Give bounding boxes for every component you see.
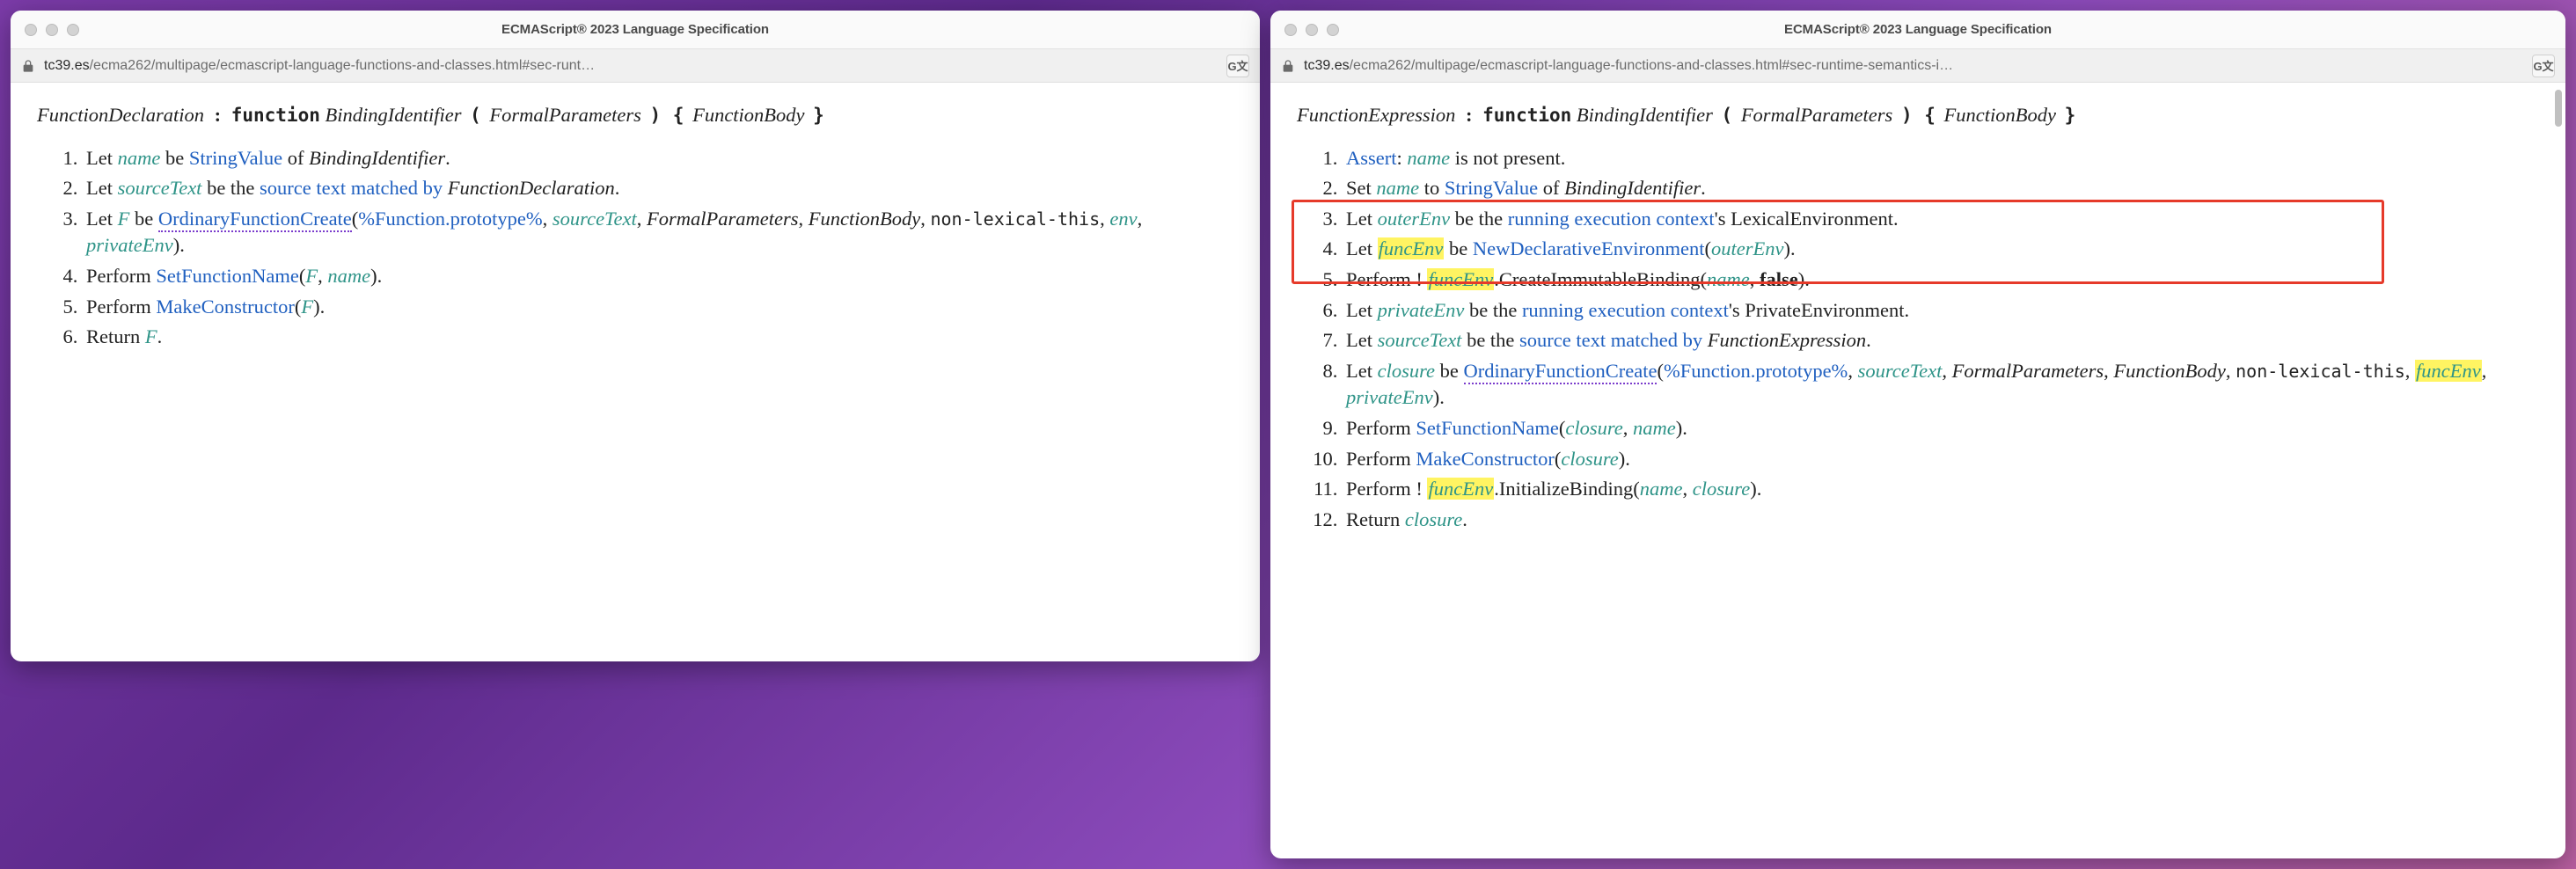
link[interactable]: MakeConstructor bbox=[156, 296, 294, 318]
window-controls bbox=[1284, 24, 1339, 36]
address-bar[interactable]: tc39.es/ecma262/multipage/ecmascript-lan… bbox=[1270, 49, 2565, 83]
titlebar[interactable]: ECMAScript® 2023 Language Specification bbox=[1270, 11, 2565, 49]
grammar-production: FunctionDeclaration : function BindingId… bbox=[37, 102, 1233, 129]
lock-icon bbox=[21, 59, 35, 73]
link[interactable]: StringValue bbox=[1445, 177, 1538, 199]
close-icon[interactable] bbox=[25, 24, 37, 36]
url-text: tc39.es/ecma262/multipage/ecmascript-lan… bbox=[44, 58, 1218, 74]
step: Perform MakeConstructor(closure). bbox=[1343, 446, 2539, 473]
step: Let privateEnv be the running execution … bbox=[1343, 297, 2539, 325]
minimize-icon[interactable] bbox=[1306, 24, 1318, 36]
link[interactable]: source text matched by bbox=[1519, 329, 1702, 351]
step: Set name to StringValue of BindingIdenti… bbox=[1343, 175, 2539, 202]
lock-icon bbox=[1281, 59, 1295, 73]
step: Let outerEnv be the running execution co… bbox=[1343, 206, 2539, 233]
link[interactable]: %Function.prototype% bbox=[1664, 360, 1848, 382]
window-controls bbox=[25, 24, 79, 36]
link[interactable]: SetFunctionName bbox=[1416, 417, 1558, 439]
step: Perform SetFunctionName(closure, name). bbox=[1343, 415, 2539, 442]
algorithm-steps: Let name be StringValue of BindingIdenti… bbox=[37, 145, 1233, 351]
step: Assert: name is not present. bbox=[1343, 145, 2539, 172]
link[interactable]: SetFunctionName bbox=[156, 265, 298, 287]
step: Let name be StringValue of BindingIdenti… bbox=[83, 145, 1233, 172]
link[interactable]: source text matched by bbox=[260, 177, 443, 199]
step: Return F. bbox=[83, 324, 1233, 351]
link[interactable]: OrdinaryFunctionCreate bbox=[158, 208, 352, 232]
minimize-icon[interactable] bbox=[46, 24, 58, 36]
step: Perform MakeConstructor(F). bbox=[83, 294, 1233, 321]
translate-icon[interactable]: G文 bbox=[2532, 55, 2555, 77]
url-text: tc39.es/ecma262/multipage/ecmascript-lan… bbox=[1304, 58, 2523, 74]
close-icon[interactable] bbox=[1284, 24, 1297, 36]
link[interactable]: Assert bbox=[1346, 147, 1397, 169]
algorithm-steps: Assert: name is not present. Set name to… bbox=[1297, 145, 2539, 534]
step: Perform SetFunctionName(F, name). bbox=[83, 263, 1233, 290]
titlebar[interactable]: ECMAScript® 2023 Language Specification bbox=[11, 11, 1260, 49]
page-content: FunctionExpression : function BindingIde… bbox=[1270, 83, 2565, 858]
page-content: FunctionDeclaration : function BindingId… bbox=[11, 83, 1260, 661]
step: Return closure. bbox=[1343, 507, 2539, 534]
window-title: ECMAScript® 2023 Language Specification bbox=[1270, 22, 2565, 37]
link[interactable]: StringValue bbox=[189, 147, 282, 169]
zoom-icon[interactable] bbox=[1327, 24, 1339, 36]
step: Perform ! funcEnv.InitializeBinding(name… bbox=[1343, 476, 2539, 503]
step: Let sourceText be the source text matche… bbox=[1343, 327, 2539, 354]
step: Let F be OrdinaryFunctionCreate(%Functio… bbox=[83, 206, 1233, 259]
grammar-production: FunctionExpression : function BindingIde… bbox=[1297, 102, 2539, 129]
link[interactable]: running execution context bbox=[1508, 208, 1715, 230]
link[interactable]: running execution context bbox=[1522, 299, 1729, 321]
step: Let sourceText be the source text matche… bbox=[83, 175, 1233, 202]
link[interactable]: MakeConstructor bbox=[1416, 448, 1554, 470]
link[interactable]: %Function.prototype% bbox=[358, 208, 542, 230]
link[interactable]: NewDeclarativeEnvironment bbox=[1473, 237, 1705, 259]
address-bar[interactable]: tc39.es/ecma262/multipage/ecmascript-lan… bbox=[11, 49, 1260, 83]
zoom-icon[interactable] bbox=[67, 24, 79, 36]
browser-window-right: ECMAScript® 2023 Language Specification … bbox=[1270, 11, 2565, 858]
link[interactable]: OrdinaryFunctionCreate bbox=[1464, 360, 1658, 384]
translate-icon[interactable]: G文 bbox=[1226, 55, 1249, 77]
browser-window-left: ECMAScript® 2023 Language Specification … bbox=[11, 11, 1260, 661]
step: Perform ! funcEnv.CreateImmutableBinding… bbox=[1343, 267, 2539, 294]
step: Let closure be OrdinaryFunctionCreate(%F… bbox=[1343, 358, 2539, 412]
step: Let funcEnv be NewDeclarativeEnvironment… bbox=[1343, 236, 2539, 263]
window-title: ECMAScript® 2023 Language Specification bbox=[11, 22, 1260, 37]
